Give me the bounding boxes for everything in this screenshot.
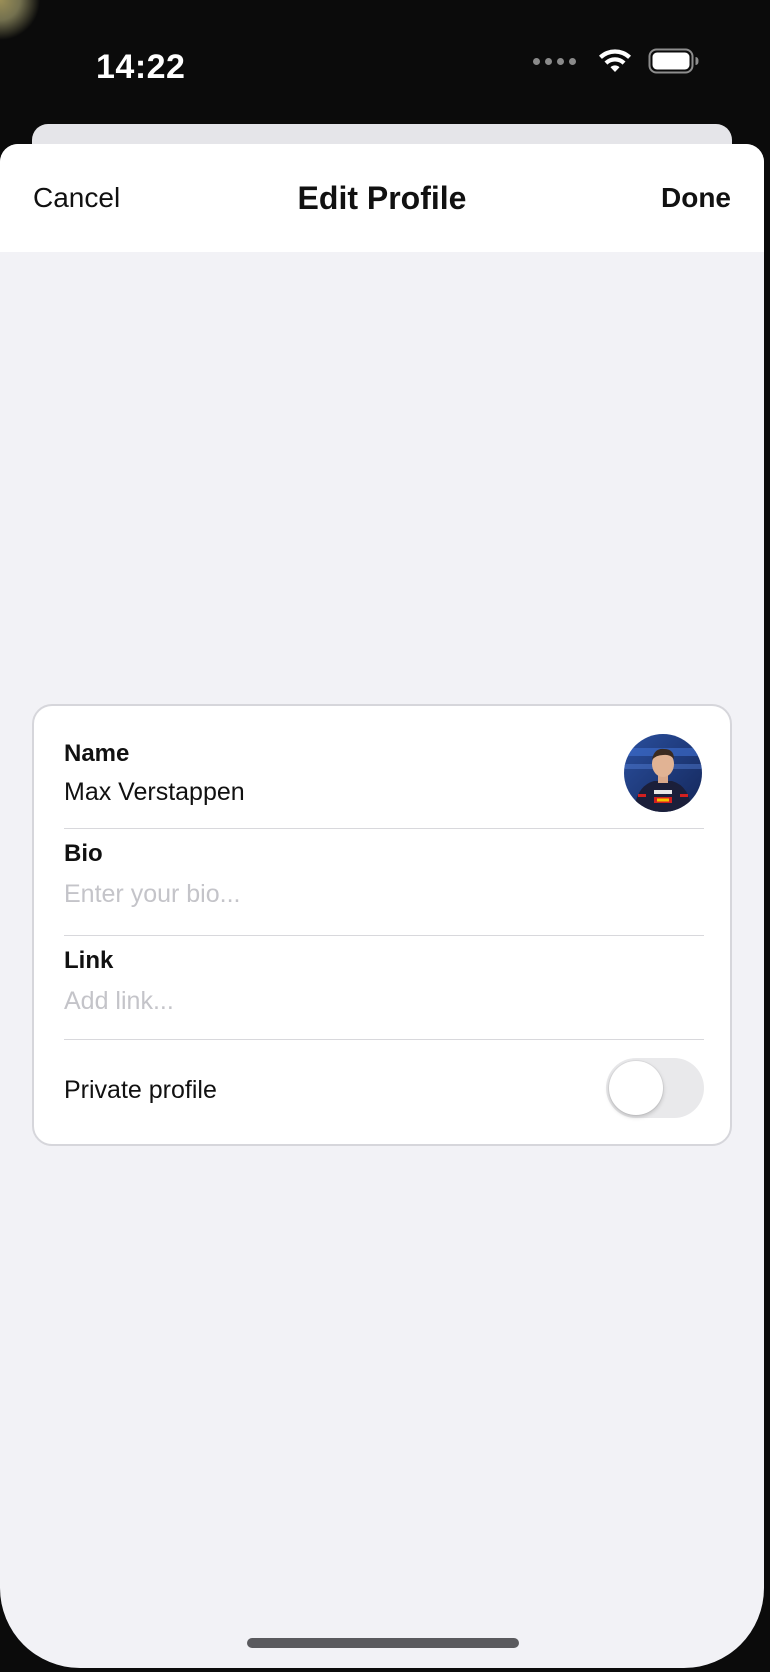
link-input[interactable] bbox=[64, 987, 664, 1016]
bio-label: Bio bbox=[64, 840, 103, 867]
link-row: Link bbox=[64, 947, 704, 1016]
cancel-button[interactable]: Cancel bbox=[33, 182, 120, 214]
name-row: Name Max Verstappen bbox=[64, 740, 704, 807]
status-bar: 14:22 bbox=[0, 0, 770, 120]
signal-dots-icon bbox=[533, 57, 576, 65]
home-indicator[interactable] bbox=[247, 1638, 519, 1648]
avatar[interactable] bbox=[624, 734, 702, 812]
done-button[interactable]: Done bbox=[661, 182, 731, 214]
profile-card: Name Max Verstappen Bio Enter your bio..… bbox=[32, 704, 732, 1146]
bio-input[interactable] bbox=[64, 880, 664, 909]
private-profile-label: Private profile bbox=[64, 1076, 217, 1104]
battery-icon bbox=[648, 48, 700, 74]
divider bbox=[64, 1039, 704, 1040]
private-profile-toggle[interactable] bbox=[606, 1058, 704, 1118]
status-icons bbox=[533, 48, 700, 74]
toggle-knob bbox=[609, 1061, 663, 1115]
wifi-icon bbox=[598, 48, 632, 74]
name-value[interactable]: Max Verstappen bbox=[64, 778, 704, 807]
edit-profile-sheet: Cancel Edit Profile Done Name Max Versta… bbox=[0, 144, 764, 1668]
status-time: 14:22 bbox=[96, 48, 186, 86]
avatar-photo-icon bbox=[624, 734, 702, 812]
divider bbox=[64, 935, 704, 936]
divider bbox=[64, 828, 704, 829]
name-label: Name bbox=[64, 740, 130, 767]
navigation-bar: Cancel Edit Profile Done bbox=[0, 144, 764, 252]
bio-row: Bio bbox=[64, 840, 704, 909]
link-label: Link bbox=[64, 947, 114, 974]
